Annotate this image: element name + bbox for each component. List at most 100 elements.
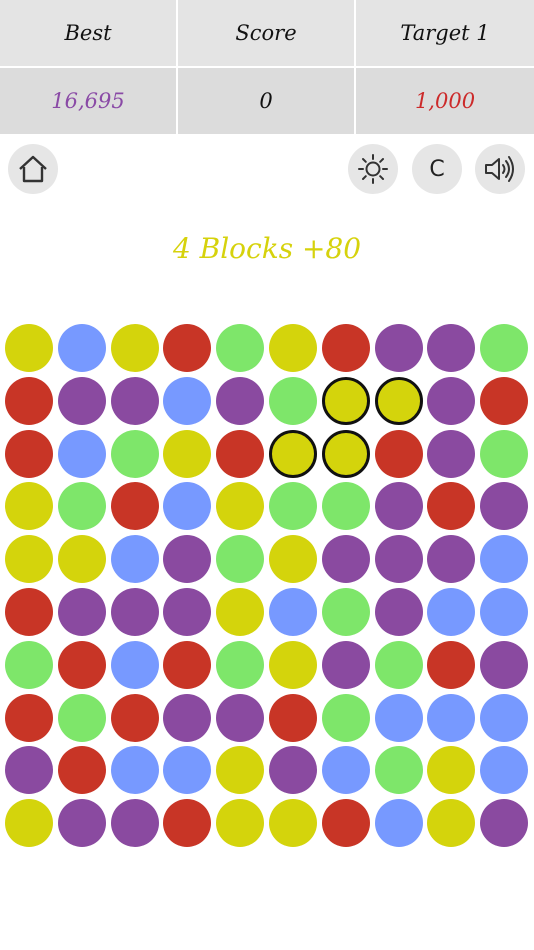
purple-ball[interactable] <box>375 324 423 372</box>
yellow-ball[interactable] <box>216 799 264 847</box>
blue-ball[interactable] <box>480 535 528 583</box>
red-ball[interactable] <box>58 746 106 794</box>
purple-ball[interactable] <box>111 588 159 636</box>
yellow-ball-selected[interactable] <box>375 377 423 425</box>
purple-ball[interactable] <box>163 588 211 636</box>
blue-ball[interactable] <box>375 799 423 847</box>
yellow-ball[interactable] <box>269 324 317 372</box>
purple-ball[interactable] <box>480 799 528 847</box>
blue-ball[interactable] <box>269 588 317 636</box>
red-ball[interactable] <box>58 641 106 689</box>
blue-ball[interactable] <box>480 746 528 794</box>
red-ball[interactable] <box>163 799 211 847</box>
yellow-ball[interactable] <box>163 430 211 478</box>
yellow-ball[interactable] <box>216 482 264 530</box>
red-ball[interactable] <box>111 482 159 530</box>
purple-ball[interactable] <box>58 799 106 847</box>
red-ball[interactable] <box>5 430 53 478</box>
purple-ball[interactable] <box>322 535 370 583</box>
green-ball[interactable] <box>480 324 528 372</box>
purple-ball[interactable] <box>427 430 475 478</box>
yellow-ball[interactable] <box>58 535 106 583</box>
blue-ball[interactable] <box>163 377 211 425</box>
yellow-ball[interactable] <box>5 482 53 530</box>
green-ball[interactable] <box>216 535 264 583</box>
blue-ball[interactable] <box>58 324 106 372</box>
green-ball[interactable] <box>375 746 423 794</box>
blue-ball[interactable] <box>322 746 370 794</box>
sound-button[interactable] <box>475 144 525 194</box>
red-ball[interactable] <box>163 641 211 689</box>
yellow-ball-selected[interactable] <box>269 430 317 478</box>
yellow-ball-selected[interactable] <box>322 377 370 425</box>
green-ball[interactable] <box>322 482 370 530</box>
red-ball[interactable] <box>480 377 528 425</box>
green-ball[interactable] <box>5 641 53 689</box>
purple-ball[interactable] <box>427 377 475 425</box>
green-ball[interactable] <box>322 694 370 742</box>
purple-ball[interactable] <box>375 482 423 530</box>
red-ball[interactable] <box>375 430 423 478</box>
red-ball[interactable] <box>5 377 53 425</box>
yellow-ball[interactable] <box>5 324 53 372</box>
yellow-ball[interactable] <box>216 746 264 794</box>
green-ball[interactable] <box>58 482 106 530</box>
purple-ball[interactable] <box>5 746 53 794</box>
blue-ball[interactable] <box>58 430 106 478</box>
purple-ball[interactable] <box>58 588 106 636</box>
yellow-ball-selected[interactable] <box>322 430 370 478</box>
red-ball[interactable] <box>216 430 264 478</box>
yellow-ball[interactable] <box>269 641 317 689</box>
purple-ball[interactable] <box>216 377 264 425</box>
red-ball[interactable] <box>427 641 475 689</box>
red-ball[interactable] <box>5 694 53 742</box>
home-button[interactable] <box>8 144 58 194</box>
blue-ball[interactable] <box>111 535 159 583</box>
red-ball[interactable] <box>111 694 159 742</box>
green-ball[interactable] <box>375 641 423 689</box>
green-ball[interactable] <box>216 324 264 372</box>
yellow-ball[interactable] <box>216 588 264 636</box>
yellow-ball[interactable] <box>5 799 53 847</box>
red-ball[interactable] <box>163 324 211 372</box>
purple-ball[interactable] <box>427 324 475 372</box>
purple-ball[interactable] <box>375 588 423 636</box>
yellow-ball[interactable] <box>5 535 53 583</box>
blue-ball[interactable] <box>111 641 159 689</box>
purple-ball[interactable] <box>216 694 264 742</box>
purple-ball[interactable] <box>58 377 106 425</box>
clear-button[interactable]: C <box>412 144 462 194</box>
yellow-ball[interactable] <box>427 746 475 794</box>
green-ball[interactable] <box>322 588 370 636</box>
blue-ball[interactable] <box>427 694 475 742</box>
green-ball[interactable] <box>269 482 317 530</box>
purple-ball[interactable] <box>163 535 211 583</box>
purple-ball[interactable] <box>269 746 317 794</box>
blue-ball[interactable] <box>163 746 211 794</box>
blue-ball[interactable] <box>480 588 528 636</box>
yellow-ball[interactable] <box>269 535 317 583</box>
purple-ball[interactable] <box>111 799 159 847</box>
red-ball[interactable] <box>427 482 475 530</box>
yellow-ball[interactable] <box>111 324 159 372</box>
green-ball[interactable] <box>111 430 159 478</box>
purple-ball[interactable] <box>375 535 423 583</box>
blue-ball[interactable] <box>427 588 475 636</box>
purple-ball[interactable] <box>322 641 370 689</box>
purple-ball[interactable] <box>163 694 211 742</box>
green-ball[interactable] <box>269 377 317 425</box>
purple-ball[interactable] <box>111 377 159 425</box>
red-ball[interactable] <box>322 324 370 372</box>
blue-ball[interactable] <box>163 482 211 530</box>
green-ball[interactable] <box>216 641 264 689</box>
yellow-ball[interactable] <box>269 799 317 847</box>
brightness-button[interactable] <box>348 144 398 194</box>
purple-ball[interactable] <box>480 641 528 689</box>
red-ball[interactable] <box>322 799 370 847</box>
blue-ball[interactable] <box>375 694 423 742</box>
green-ball[interactable] <box>58 694 106 742</box>
blue-ball[interactable] <box>480 694 528 742</box>
green-ball[interactable] <box>480 430 528 478</box>
blue-ball[interactable] <box>111 746 159 794</box>
yellow-ball[interactable] <box>427 799 475 847</box>
